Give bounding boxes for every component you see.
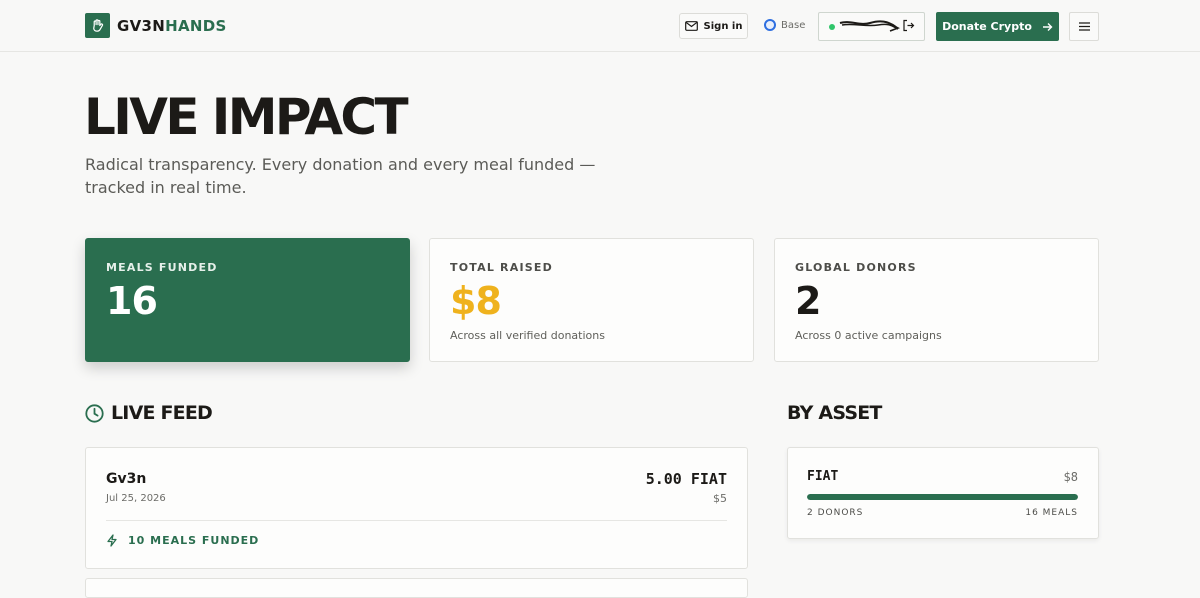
global-donors-label: GLOBAL DONORS bbox=[795, 261, 917, 274]
donor-name: Gv3n bbox=[106, 471, 147, 487]
donate-crypto-button[interactable]: Donate Crypto bbox=[936, 12, 1059, 41]
logo-text-prefix: GV3N bbox=[117, 16, 166, 35]
by-asset-title: BY ASSET bbox=[787, 402, 882, 424]
donate-label: Donate Crypto bbox=[942, 20, 1032, 33]
donation-amount: 5.00 FIAT bbox=[645, 470, 727, 488]
menu-button[interactable] bbox=[1069, 12, 1099, 41]
donation-usd-value: $5 bbox=[713, 492, 727, 505]
live-feed-title: LIVE FEED bbox=[111, 402, 213, 424]
logout-icon[interactable] bbox=[902, 19, 915, 32]
global-donors-value: 2 bbox=[795, 279, 821, 323]
mail-icon bbox=[684, 21, 698, 31]
network-label: Base bbox=[781, 19, 806, 31]
page-subtitle: Radical transparency. Every donation and… bbox=[85, 155, 596, 197]
hamburger-icon bbox=[1078, 22, 1090, 31]
feed-item: Gv3n Jul 25, 2026 5.00 FIAT $5 10 MEALS … bbox=[85, 447, 748, 569]
clock-icon bbox=[85, 403, 104, 423]
asset-progress-bar bbox=[807, 494, 1078, 500]
total-raised-card: TOTAL RAISED $8 Across all verified dona… bbox=[429, 238, 754, 362]
asset-name: FIAT bbox=[807, 469, 839, 484]
sign-in-label: Sign in bbox=[703, 20, 743, 32]
asset-amount: $8 bbox=[1063, 470, 1078, 484]
network-selector[interactable]: Base bbox=[764, 19, 805, 31]
live-feed-heading: LIVE FEED bbox=[85, 402, 213, 424]
logo-text-suffix: HANDS bbox=[165, 16, 227, 35]
meals-funded-label: MEALS FUNDED bbox=[106, 261, 218, 274]
asset-donors: 2 DONORS bbox=[807, 508, 864, 518]
asset-meals: 16 MEALS bbox=[1025, 508, 1078, 518]
top-nav: GV3NHANDS Sign in Base Donate Crypto bbox=[0, 0, 1200, 52]
asset-row: FIAT $8 2 DONORS 16 MEALS bbox=[787, 447, 1099, 539]
wallet-status-dot bbox=[829, 23, 835, 30]
sign-in-button[interactable]: Sign in bbox=[679, 13, 748, 39]
by-asset-heading: BY ASSET bbox=[787, 402, 882, 424]
page-title: LIVE IMPACT bbox=[84, 88, 409, 146]
meals-funded-badge: 10 MEALS FUNDED bbox=[106, 534, 259, 547]
hand-icon bbox=[85, 13, 110, 38]
meals-funded-value: 16 bbox=[106, 279, 158, 323]
base-network-icon bbox=[764, 19, 776, 31]
asset-progress-fill bbox=[807, 494, 1078, 500]
donation-date: Jul 25, 2026 bbox=[106, 493, 166, 504]
global-donors-note: Across 0 active campaigns bbox=[795, 329, 942, 342]
meals-funded-text: 10 MEALS FUNDED bbox=[128, 534, 260, 547]
total-raised-label: TOTAL RAISED bbox=[450, 261, 553, 274]
redaction-scribble bbox=[839, 20, 900, 32]
lightning-icon bbox=[107, 534, 117, 547]
divider bbox=[106, 520, 727, 521]
total-raised-note: Across all verified donations bbox=[450, 329, 605, 342]
meals-funded-card: MEALS FUNDED 16 bbox=[85, 238, 410, 362]
logo[interactable]: GV3NHANDS bbox=[85, 13, 227, 38]
logo-text: GV3NHANDS bbox=[117, 17, 227, 35]
total-raised-value: $8 bbox=[450, 279, 502, 323]
global-donors-card: GLOBAL DONORS 2 Across 0 active campaign… bbox=[774, 238, 1099, 362]
arrow-right-icon bbox=[1042, 22, 1053, 31]
feed-item bbox=[85, 578, 748, 598]
